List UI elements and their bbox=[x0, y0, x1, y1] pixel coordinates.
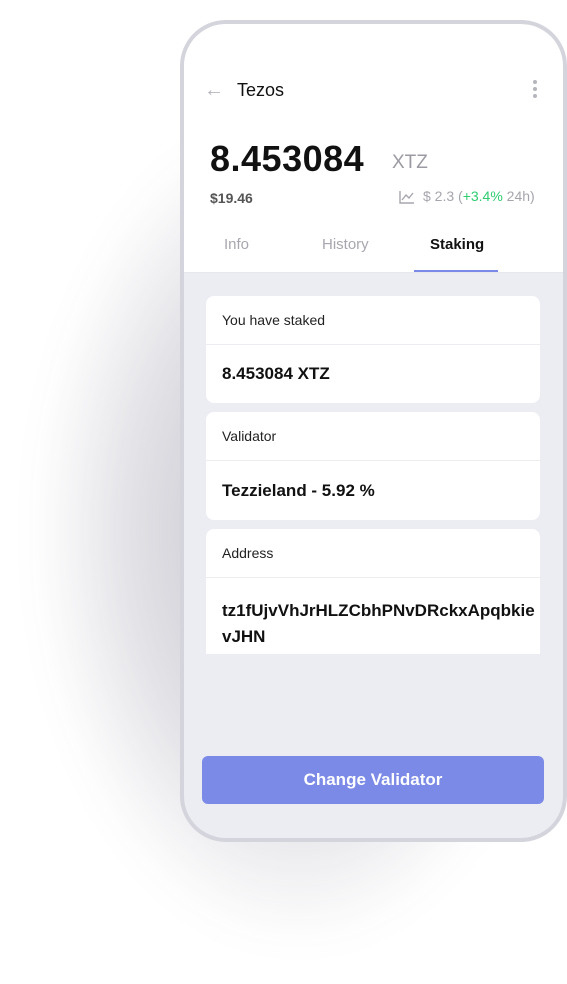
staked-value: 8.453084 XTZ bbox=[222, 364, 330, 383]
page-title: Tezos bbox=[237, 80, 285, 100]
validator-label: Validator bbox=[206, 412, 540, 461]
active-tab-indicator bbox=[414, 270, 498, 272]
address-line-2: vJHN bbox=[222, 627, 266, 646]
address-label: Address bbox=[206, 529, 540, 578]
change-percent: +3.4% bbox=[462, 188, 503, 204]
change-validator-button[interactable]: Change Validator bbox=[202, 756, 544, 804]
address-card: Address tz1fUjvVhJrHLZCbhPNvDRckxApqbkie… bbox=[206, 529, 540, 654]
tab-staking[interactable]: Staking bbox=[430, 236, 484, 253]
address-value: tz1fUjvVhJrHLZCbhPNvDRckxApqbkie vJHN bbox=[206, 578, 540, 650]
phone-frame: ← Tezos 8.453084 XTZ $19.46 $ 2.3 (+3.4%… bbox=[180, 20, 566, 842]
tab-history[interactable]: History bbox=[322, 236, 369, 253]
change-prefix: $ 2.3 ( bbox=[423, 188, 463, 204]
balance-ticker: XTZ bbox=[392, 152, 428, 173]
price-change: $ 2.3 (+3.4% 24h) bbox=[399, 188, 535, 204]
arrow-left-icon[interactable]: ← bbox=[204, 80, 224, 100]
header-area: ← Tezos 8.453084 XTZ $19.46 $ 2.3 (+3.4%… bbox=[184, 24, 566, 273]
tab-bar: Info History Staking bbox=[184, 236, 566, 272]
balance-amount: 8.453084 bbox=[210, 138, 365, 179]
tab-info[interactable]: Info bbox=[224, 236, 249, 253]
validator-value: Tezzieland - 5.92 % bbox=[222, 481, 375, 500]
screen: ← Tezos 8.453084 XTZ $19.46 $ 2.3 (+3.4%… bbox=[184, 24, 566, 838]
more-vertical-icon[interactable] bbox=[528, 78, 542, 102]
fiat-value: $19.46 bbox=[210, 190, 253, 206]
chart-line-icon bbox=[399, 191, 414, 204]
address-line-1: tz1fUjvVhJrHLZCbhPNvDRckxApqbkie bbox=[222, 601, 535, 620]
change-suffix: 24h) bbox=[502, 188, 535, 204]
staked-card: You have staked 8.453084 XTZ bbox=[206, 296, 540, 403]
staked-label: You have staked bbox=[206, 296, 540, 345]
validator-card: Validator Tezzieland - 5.92 % bbox=[206, 412, 540, 520]
